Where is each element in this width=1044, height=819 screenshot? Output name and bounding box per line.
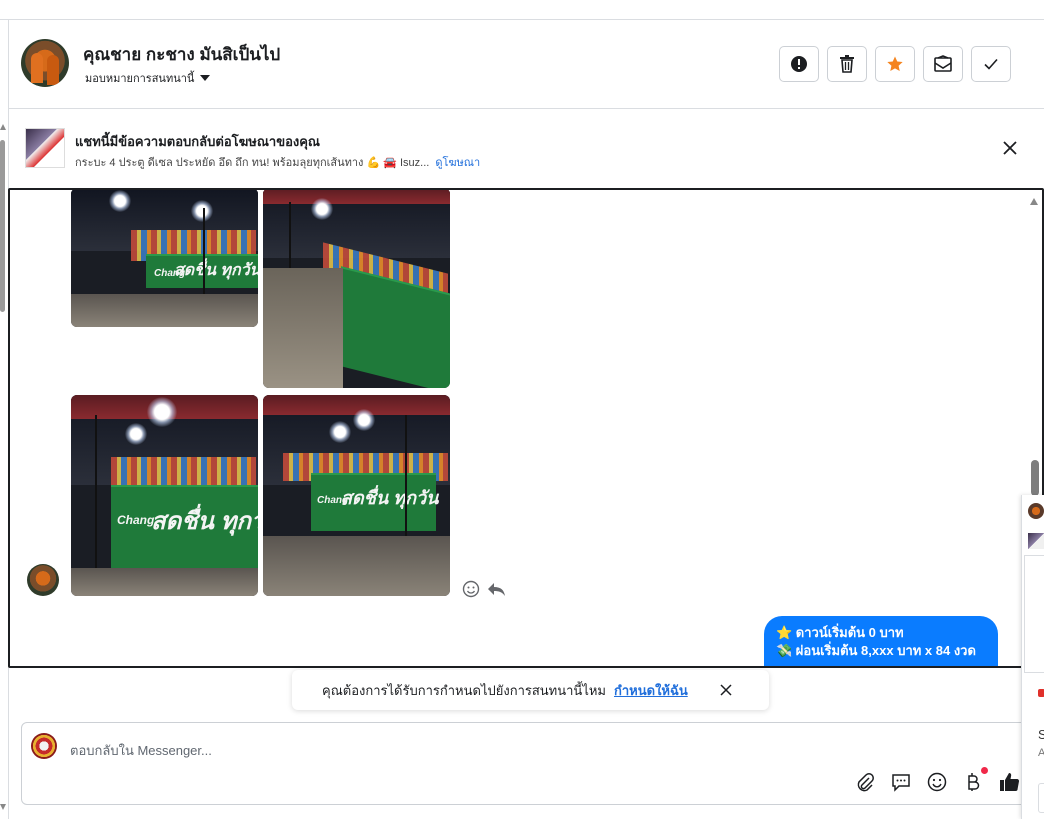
- emoji-icon: [927, 772, 947, 792]
- photo-lamp: [109, 190, 131, 212]
- photo-ground: [71, 567, 258, 596]
- photo-lamp: [329, 421, 351, 443]
- mark-done-button[interactable]: [971, 46, 1011, 82]
- thread-scrollbar-thumb[interactable]: [1031, 460, 1039, 496]
- contact-name[interactable]: คุณชาย กะชาง มันสิเป็นไป: [83, 41, 280, 68]
- photo-banner-text: สดชื่น ทุกวัน: [341, 488, 439, 508]
- photo-ground: [71, 293, 258, 327]
- message-line-1: ⭐ ดาวน์เริ่มต้น 0 บาท: [776, 625, 904, 640]
- paperclip-icon: [857, 773, 874, 792]
- caret-down-icon: [200, 75, 211, 81]
- photo-banner: สดชื่น ทุกวัน Chang: [146, 254, 258, 288]
- thread-scroll-up-arrow[interactable]: [1030, 198, 1038, 205]
- photo-attachment[interactable]: สดชื่น ทุกวัน Chang: [71, 395, 258, 596]
- message-line-2: 💸 ผ่อนเริ่มต้น 8,xxx บาท x 84 งวด: [776, 643, 976, 658]
- contact-avatar-small[interactable]: [1028, 503, 1044, 519]
- photo-canopy: [263, 190, 450, 204]
- avatar-figure: [47, 55, 59, 85]
- status-indicator: [1038, 689, 1044, 697]
- ad-banner-title: แชทนี้มีข้อความตอบกลับต่อโฆษณาของคุณ: [75, 134, 320, 149]
- smiley-react-icon[interactable]: [462, 580, 480, 598]
- like-button[interactable]: [998, 771, 1020, 793]
- photo-ground: [263, 268, 343, 388]
- panel-text-fragment: S: [1038, 727, 1044, 742]
- conversation-header: คุณชาย กะชาง มันสิเป็นไป มอบหมายการสนทนา…: [9, 21, 1044, 109]
- mark-spam-button[interactable]: [779, 46, 819, 82]
- check-icon: [984, 58, 998, 70]
- panel-text-fragment: A: [1038, 747, 1044, 759]
- photo-lamp: [147, 397, 177, 427]
- mail-icon: [934, 55, 952, 72]
- view-ad-link[interactable]: ดูโฆษณา: [435, 157, 480, 169]
- photo-banner: สดชื่น ทุกวัน Chang: [111, 485, 258, 575]
- inbox-page: คุณชาย กะชาง มันสิเป็นไป มอบหมายการสนทนา…: [0, 0, 1044, 819]
- close-icon[interactable]: [1002, 140, 1018, 156]
- photo-lamp: [311, 198, 333, 220]
- notification-dot: [981, 767, 988, 774]
- photo-brand-text: Chang: [117, 513, 155, 527]
- top-strip: [0, 0, 1044, 20]
- mark-unread-button[interactable]: [923, 46, 963, 82]
- like-icon: [1000, 773, 1020, 791]
- photo-attachment[interactable]: สดชื่น ทุกวัน Chang: [71, 190, 258, 327]
- delete-button[interactable]: [827, 46, 867, 82]
- saved-reply-icon: [892, 774, 910, 792]
- ad-reply-banner: แชทนี้มีข้อความตอบกลับต่อโฆษณาของคุณ กระ…: [9, 110, 1044, 188]
- ad-banner-text: กระบะ 4 ประตู ดีเซล ประหยัด อึด ถึก ทน! …: [75, 153, 480, 171]
- outgoing-message-bubble[interactable]: ⭐ ดาวน์เริ่มต้น 0 บาท 💸 ผ่อนเริ่มต้น 8,x…: [764, 616, 998, 666]
- photo-lamp: [125, 423, 147, 445]
- details-panel-edge: S A: [1021, 495, 1044, 819]
- close-icon[interactable]: [719, 683, 733, 697]
- ad-thumbnail[interactable]: [25, 128, 65, 168]
- left-scrollbar-thumb[interactable]: [0, 140, 5, 312]
- saved-replies-button[interactable]: [890, 771, 912, 793]
- photo-banner: สดชื่น ทุกวัน Chang: [311, 473, 439, 531]
- left-scroll-down-arrow[interactable]: [0, 804, 6, 810]
- assign-dropdown[interactable]: มอบหมายการสนทนานี้: [85, 69, 211, 87]
- star-icon: [887, 56, 903, 72]
- contact-avatar[interactable]: [21, 39, 69, 87]
- photo-attachment[interactable]: [263, 190, 450, 388]
- panel-button-fragment[interactable]: [1038, 783, 1044, 813]
- header-actions: [779, 46, 1011, 82]
- assign-prompt: คุณต้องการได้รับการกำหนดไปยังการสนทนานี้…: [292, 670, 769, 710]
- photo-lamp: [353, 409, 375, 431]
- avatar-figure: [31, 53, 43, 83]
- sender-avatar[interactable]: [27, 564, 59, 596]
- assign-to-me-link[interactable]: กำหนดให้ฉัน: [614, 680, 688, 701]
- trash-icon: [840, 55, 854, 73]
- reply-input[interactable]: ตอบกลับใน Messenger...: [70, 740, 212, 761]
- message-thread[interactable]: สดชื่น ทุกวัน Chang สดชื่น ทุก Chang สดช…: [8, 188, 1044, 668]
- photo-banner-text: สดชื่น ทุกวัน: [174, 262, 258, 279]
- photo-attachment[interactable]: สดชื่น ทุกวัน Chang: [263, 395, 450, 596]
- photo-brand-text: Chang: [154, 268, 186, 279]
- composer-tools: [854, 767, 1020, 793]
- exclamation-circle-icon: [791, 56, 807, 72]
- payment-button[interactable]: [962, 767, 988, 793]
- star-button[interactable]: [875, 46, 915, 82]
- reply-icon[interactable]: [486, 580, 506, 598]
- panel-card: [1024, 555, 1044, 673]
- attach-button[interactable]: [854, 771, 876, 793]
- ad-text: กระบะ 4 ประตู ดีเซล ประหยัด อึด ถึก ทน! …: [75, 157, 430, 169]
- ad-thumbnail-small[interactable]: [1028, 533, 1044, 549]
- emoji-button[interactable]: [926, 771, 948, 793]
- assign-label: มอบหมายการสนทนานี้: [85, 73, 195, 85]
- reply-composer[interactable]: ตอบกลับใน Messenger...: [21, 722, 1031, 805]
- page-avatar: [31, 733, 57, 759]
- left-scroll-up-arrow[interactable]: [0, 124, 6, 130]
- photo-lamp: [191, 200, 213, 222]
- baht-icon: [968, 773, 980, 791]
- photo-banner-text: สดชื่น ทุกวัน: [151, 508, 258, 535]
- photo-brand-text: Chang: [317, 495, 349, 506]
- assign-prompt-text: คุณต้องการได้รับการกำหนดไปยังการสนทนานี้…: [322, 682, 606, 698]
- photo-ground: [263, 535, 450, 596]
